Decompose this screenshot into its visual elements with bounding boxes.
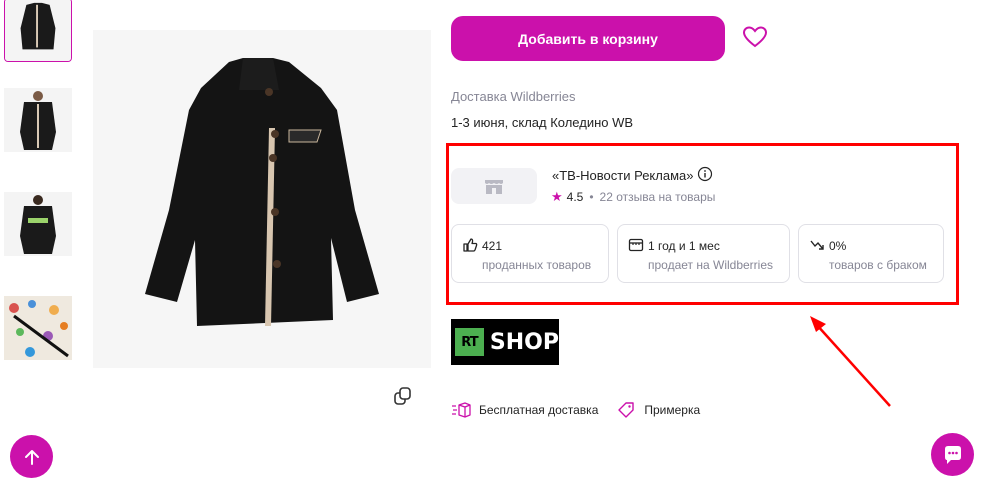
stat-value: 0% — [829, 239, 847, 253]
thumbnail-2[interactable] — [4, 88, 72, 152]
thumbnail-3[interactable] — [4, 192, 72, 256]
seller-rating: 4.5 — [566, 190, 584, 204]
delivery-title: Доставка Wildberries — [451, 89, 576, 104]
add-to-cart-button[interactable]: Добавить в корзину — [451, 16, 725, 61]
brand-name: SHOP — [489, 329, 559, 355]
stat-label: товаров с браком — [829, 258, 927, 272]
heart-icon[interactable] — [742, 25, 768, 49]
seller-name[interactable]: «ТВ-Новости Реклама» — [552, 168, 693, 183]
stat-label: проданных товаров — [482, 258, 592, 272]
feature-label: Примерка — [644, 403, 701, 417]
brand-badge: RT — [455, 328, 484, 356]
arrow-up-icon — [24, 449, 39, 465]
annotation-arrow — [810, 316, 891, 407]
features-row: Бесплатная доставка Примерка — [451, 402, 718, 418]
delivery-date: 1-3 июня, склад Коледино WB — [451, 115, 634, 130]
tag-icon — [618, 402, 635, 418]
star-icon: ★ — [551, 189, 563, 204]
stat-value: 1 год и 1 мес — [648, 239, 720, 253]
stat-card-defects: 0% товаров с браком — [798, 224, 944, 283]
store-icon — [628, 238, 644, 252]
seller-logo[interactable] — [451, 168, 537, 204]
chat-icon — [944, 445, 961, 464]
brand-logo[interactable]: RT SHOP — [451, 319, 559, 365]
seller-rating-row: ★ 4.5 • 22 отзыва на товары — [551, 189, 715, 205]
feature-fitting: Примерка — [616, 402, 700, 418]
stat-card-tenure: 1 год и 1 мес продает на Wildberries — [617, 224, 790, 283]
feature-free-delivery: Бесплатная доставка — [451, 402, 598, 418]
store-placeholder-icon — [485, 180, 503, 194]
feature-label: Бесплатная доставка — [479, 403, 599, 417]
separator-dot: • — [589, 190, 594, 204]
stat-value: 421 — [482, 239, 503, 253]
stat-label: продает на Wildberries — [648, 258, 774, 272]
chat-button[interactable] — [931, 433, 974, 476]
info-icon[interactable] — [697, 166, 713, 182]
trend-down-icon — [810, 240, 824, 250]
thumbnail-1[interactable] — [4, 0, 72, 62]
seller-reviews[interactable]: 22 отзыва на товары — [600, 190, 716, 204]
stat-card-sold: 421 проданных товаров — [451, 224, 609, 283]
copy-icon[interactable] — [393, 386, 413, 406]
delivery-icon — [452, 402, 471, 418]
thumbs-up-icon — [463, 238, 478, 252]
scroll-up-button[interactable] — [10, 435, 53, 478]
main-product-image[interactable] — [93, 30, 431, 368]
thumbnail-4[interactable] — [4, 296, 72, 360]
